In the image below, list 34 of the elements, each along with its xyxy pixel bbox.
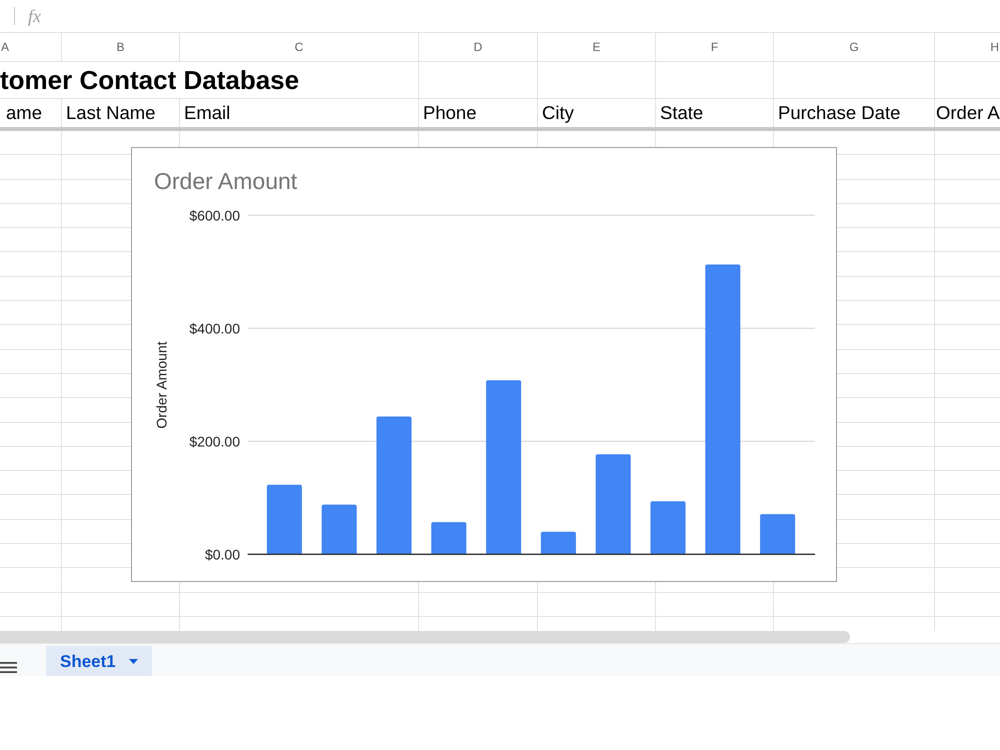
column-header[interactable]: C	[180, 33, 419, 61]
chart-bar	[760, 514, 796, 554]
header-label: Order A	[936, 104, 1000, 122]
caret-icon	[128, 658, 138, 664]
sheet-tab[interactable]: Sheet1	[46, 646, 152, 676]
y-axis-title: Order Amount	[154, 341, 170, 429]
function-symbol: fx	[28, 7, 41, 25]
column-header[interactable]: A	[0, 33, 62, 61]
chart-bar	[431, 522, 466, 554]
column-header[interactable]: D	[419, 33, 538, 61]
axis-tick-label: $600.00	[189, 207, 240, 224]
header-label: State	[660, 104, 704, 122]
header-label: Email	[184, 104, 230, 122]
axis-tick-label: $200.00	[189, 433, 240, 450]
header-label: ame	[6, 104, 42, 122]
header-label: Last Name	[66, 104, 156, 122]
chart-bar	[540, 532, 576, 554]
chart-bar	[322, 504, 357, 554]
column-header[interactable]: H	[935, 33, 1000, 61]
header-label: Purchase Date	[778, 104, 900, 122]
sheet-title: tomer Contact Database	[0, 67, 300, 93]
column-header[interactable]: B	[62, 33, 180, 61]
chart-bar	[650, 501, 686, 554]
chart-bar	[266, 484, 302, 554]
header-label: Phone	[423, 104, 476, 122]
header-label: City	[542, 104, 574, 122]
column-header[interactable]: G	[774, 33, 935, 61]
scrollbar-thumb[interactable]	[0, 631, 850, 643]
column-header[interactable]: F	[656, 33, 774, 61]
column-header[interactable]: E	[538, 33, 656, 61]
axis-tick-label: $400.00	[189, 320, 240, 336]
menu-icon[interactable]	[0, 662, 17, 673]
axis-tick-label: $0.00	[204, 546, 240, 562]
chart-title: Order Amount	[154, 168, 298, 194]
